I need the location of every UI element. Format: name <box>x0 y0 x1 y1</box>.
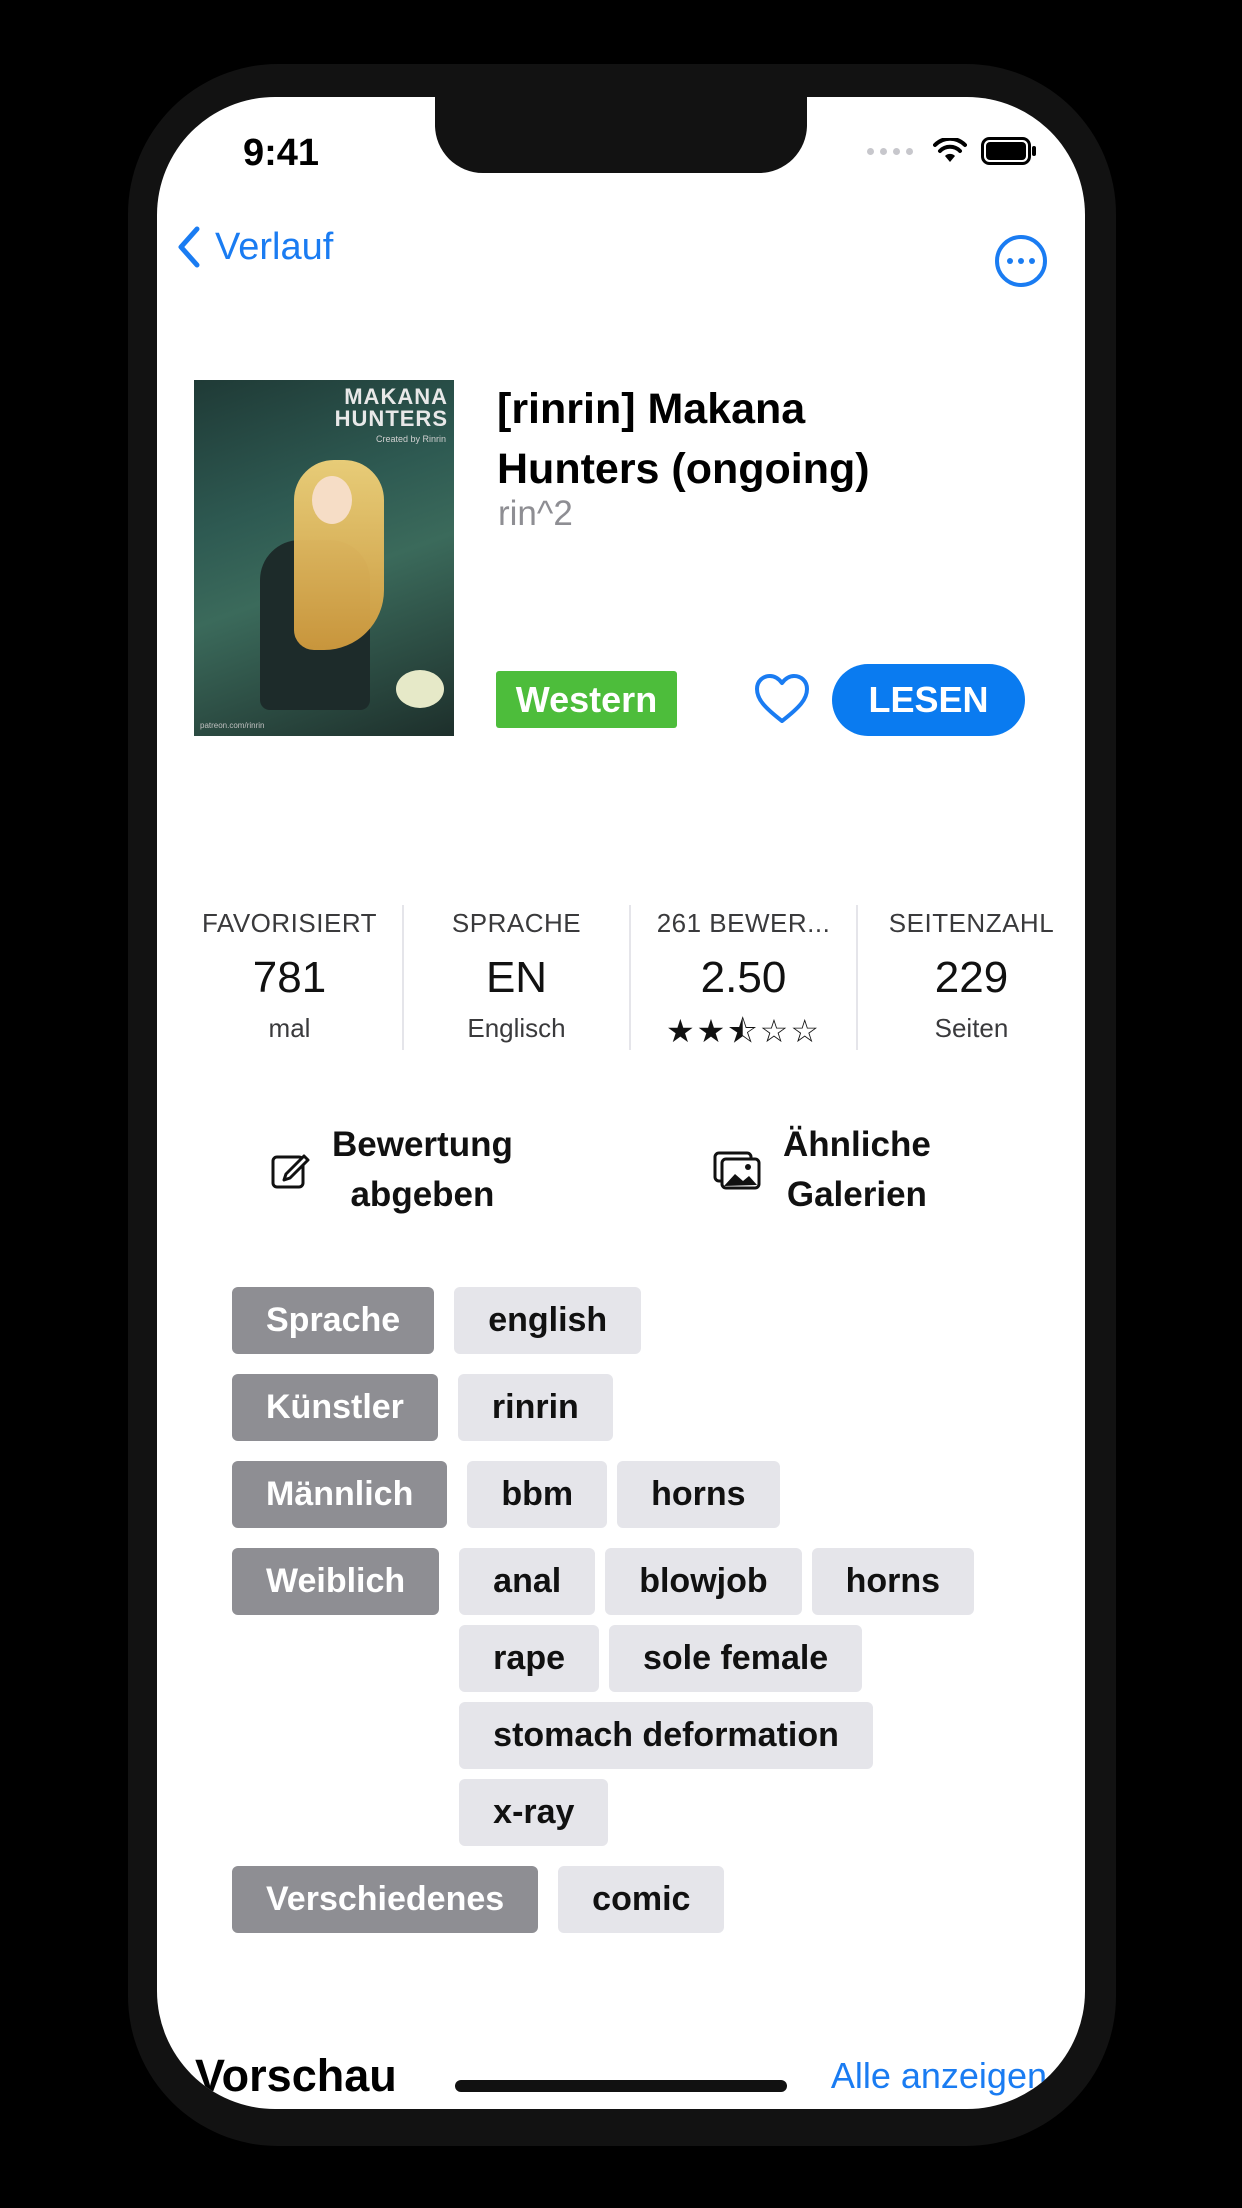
cover-subtitle: Created by Rinrin <box>375 434 446 444</box>
tag-group-row: Sprache english <box>232 1287 1052 1354</box>
rate-gallery-button[interactable]: Bewertung abgeben <box>270 1120 513 1220</box>
back-label: Verlauf <box>215 225 334 268</box>
tag-chip[interactable]: sole female <box>609 1625 863 1692</box>
photos-icon <box>713 1151 761 1190</box>
chevron-left-icon <box>178 226 200 268</box>
stat-rating: 261 BEWER... 2.50 ★★⯪☆☆ <box>631 905 858 1050</box>
see-all-previews-link[interactable]: Alle anzeigen <box>831 2055 1047 2097</box>
tag-group-row: Künstler rinrin <box>232 1374 1052 1441</box>
similar-galleries-button[interactable]: Ähnliche Galerien <box>713 1120 931 1220</box>
cover-logo: MAKANA HUNTERS <box>334 384 448 431</box>
tag-chip[interactable]: stomach deformation <box>459 1702 873 1769</box>
category-badge: Western <box>496 671 677 728</box>
tag-chip[interactable]: rape <box>459 1625 599 1692</box>
gallery-cover-image[interactable]: MAKANA HUNTERS Created by Rinrin patreon… <box>194 380 454 736</box>
tag-group-row: Verschiedenes comic <box>232 1866 1052 1933</box>
tag-group-row: Weiblich anal blowjob horns rape sole female s… <box>232 1548 1052 1846</box>
tag-chip[interactable]: bbm <box>467 1461 608 1528</box>
app-screen: 9:41 Verlauf MAKANA HUNTERS Created by R… <box>157 97 1085 2109</box>
tag-namespace-label: Künstler <box>232 1374 438 1441</box>
device-notch <box>435 97 807 173</box>
tag-chip[interactable]: blowjob <box>605 1548 802 1615</box>
edit-icon <box>271 1154 310 1189</box>
back-button[interactable]: Verlauf <box>177 225 333 269</box>
cellular-signal-icon <box>867 147 913 155</box>
tag-namespace-label: Sprache <box>232 1287 435 1354</box>
heart-icon <box>755 674 809 723</box>
tag-chip[interactable]: anal <box>459 1548 596 1615</box>
gallery-title: [rinrin] Makana Hunters (ongoing) <box>497 385 870 493</box>
tag-values: english <box>454 1287 1014 1354</box>
stat-pages: SEITENZAHL 229 Seiten <box>888 908 1055 1043</box>
more-options-button[interactable] <box>995 235 1047 287</box>
preview-section-title: Vorschau <box>195 2050 397 2101</box>
tag-chip[interactable]: english <box>454 1287 642 1354</box>
home-indicator <box>455 2080 787 2092</box>
favorite-button[interactable] <box>754 673 810 725</box>
wifi-icon <box>933 138 967 162</box>
tag-values: rinrin <box>457 1374 1018 1441</box>
tag-chip[interactable]: horns <box>811 1548 975 1615</box>
status-icons <box>867 137 1037 165</box>
tag-chip[interactable]: x-ray <box>459 1779 609 1846</box>
stat-language: SPRACHE EN Englisch <box>404 905 631 1050</box>
tag-namespace-label: Männlich <box>232 1461 448 1528</box>
battery-icon <box>981 137 1036 165</box>
tag-namespace-label: Verschiedenes <box>232 1866 539 1933</box>
tag-chip[interactable]: rinrin <box>457 1374 613 1441</box>
tag-values: comic <box>558 1866 1052 1933</box>
tag-namespace-label: Weiblich <box>232 1548 440 1615</box>
ellipsis-icon <box>1007 258 1013 264</box>
status-time: 9:41 <box>243 132 320 174</box>
tag-chip[interactable]: comic <box>558 1866 725 1933</box>
tag-chip[interactable]: horns <box>617 1461 780 1528</box>
stat-favorites: FAVORISIERT 781 mal <box>177 905 404 1050</box>
rating-stars-icon: ★★⯪☆☆ <box>665 1013 822 1049</box>
gallery-artist[interactable]: rin^2 <box>498 494 573 534</box>
read-button[interactable]: LESEN <box>832 664 1025 736</box>
tag-values: anal blowjob horns rape sole female stomach d… <box>459 1548 1019 1846</box>
cover-footer: patreon.com/rinrin <box>200 721 265 730</box>
tag-group-row: Männlich bbm horns <box>232 1461 1052 1528</box>
stats-bar: FAVORISIERT 781 mal SPRACHE EN Englisch … <box>177 905 1085 1050</box>
tag-values: bbm horns <box>467 1461 1027 1528</box>
tag-list: Sprache english Künstler rinrin Männlich bbm h… <box>232 1287 1052 1953</box>
